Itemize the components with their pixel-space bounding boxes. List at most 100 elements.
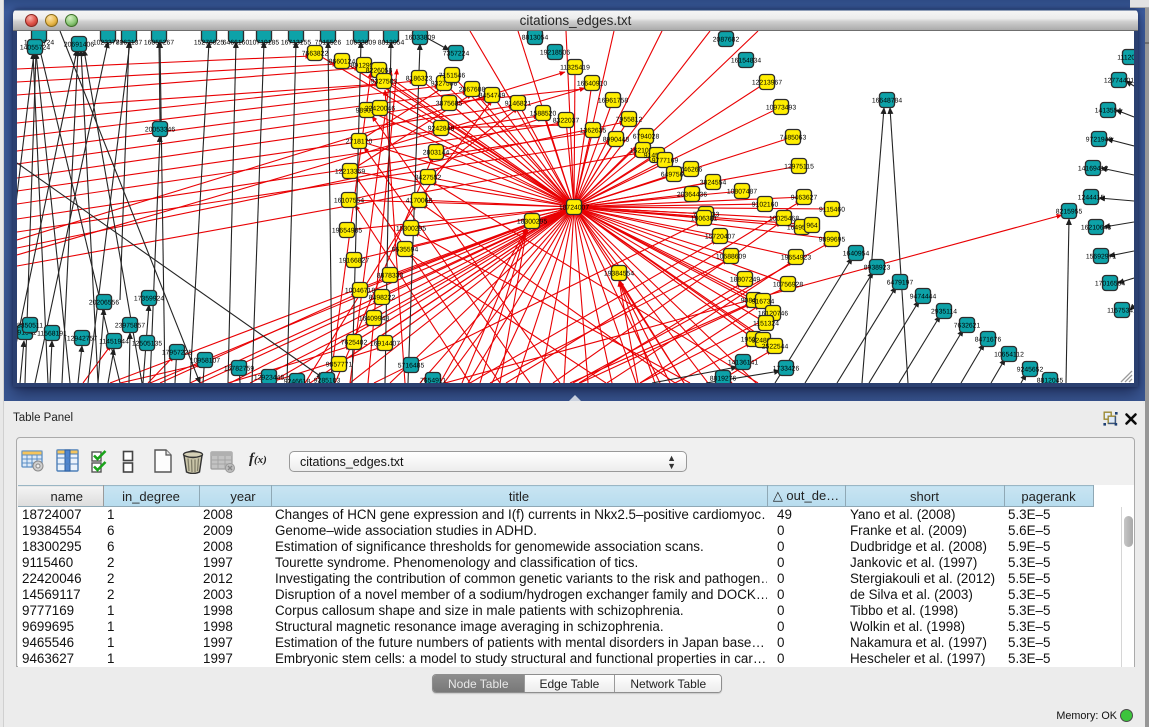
svg-text:20053346: 20053346 bbox=[145, 126, 175, 133]
svg-text:8938923: 8938923 bbox=[864, 264, 891, 271]
svg-text:6466160: 6466160 bbox=[223, 40, 250, 47]
svg-text:1588520: 1588520 bbox=[530, 110, 557, 117]
svg-text:9474444: 9474444 bbox=[910, 293, 937, 300]
svg-text:10046718: 10046718 bbox=[345, 287, 375, 294]
svg-text:9721943: 9721943 bbox=[1086, 136, 1113, 143]
svg-text:12213369: 12213369 bbox=[335, 168, 365, 175]
svg-text:8350511: 8350511 bbox=[17, 322, 43, 329]
svg-text:1806381: 1806381 bbox=[691, 215, 718, 222]
svg-text:16409948: 16409948 bbox=[359, 315, 389, 322]
svg-text:12774401: 12774401 bbox=[1104, 77, 1134, 84]
svg-text:18300295: 18300295 bbox=[517, 218, 547, 225]
svg-text:7357224: 7357224 bbox=[443, 50, 470, 57]
svg-text:7625402: 7625402 bbox=[341, 339, 368, 346]
svg-text:9115460: 9115460 bbox=[819, 206, 845, 213]
svg-text:20206556: 20206556 bbox=[89, 299, 119, 306]
svg-text:7663822: 7663822 bbox=[302, 50, 329, 57]
svg-text:17359924: 17359924 bbox=[134, 295, 164, 302]
svg-text:8819276: 8819276 bbox=[710, 375, 737, 382]
svg-text:9146821: 9146821 bbox=[505, 100, 532, 107]
svg-text:9245652: 9245652 bbox=[1017, 366, 1044, 373]
svg-text:12923448: 12923448 bbox=[254, 374, 284, 381]
svg-text:10958107: 10958107 bbox=[190, 357, 220, 364]
svg-text:7955812: 7955812 bbox=[616, 116, 643, 123]
svg-text:7654911: 7654911 bbox=[420, 377, 446, 383]
svg-text:9777169: 9777169 bbox=[652, 157, 679, 164]
svg-text:14136141: 14136141 bbox=[728, 359, 758, 366]
svg-text:19218506: 19218506 bbox=[540, 49, 570, 56]
svg-text:15720407: 15720407 bbox=[705, 233, 735, 240]
svg-text:10756928: 10756928 bbox=[773, 281, 803, 288]
svg-text:964: 964 bbox=[806, 222, 818, 229]
svg-text:9463627: 9463627 bbox=[791, 194, 818, 201]
svg-text:11675341: 11675341 bbox=[1107, 307, 1134, 314]
svg-text:1151324: 1151324 bbox=[753, 320, 779, 327]
svg-text:12505135: 12505135 bbox=[132, 340, 162, 347]
svg-text:14055724: 14055724 bbox=[20, 44, 50, 51]
svg-text:19654923: 19654923 bbox=[781, 254, 811, 261]
svg-text:11325419: 11325419 bbox=[560, 64, 590, 71]
svg-text:19384554: 19384554 bbox=[604, 270, 634, 277]
svg-text:16033809: 16033809 bbox=[405, 34, 435, 41]
svg-text:10688609: 10688609 bbox=[716, 253, 746, 260]
svg-text:7151546: 7151546 bbox=[439, 72, 466, 79]
svg-text:1362635: 1362635 bbox=[580, 127, 607, 134]
svg-text:10973493: 10973493 bbox=[766, 104, 796, 111]
svg-text:15300295: 15300295 bbox=[396, 225, 426, 232]
svg-text:18724007: 18724007 bbox=[559, 204, 589, 211]
svg-text:12213967: 12213967 bbox=[752, 79, 782, 86]
svg-text:8454749: 8454749 bbox=[479, 92, 506, 99]
svg-text:4170068: 4170068 bbox=[406, 197, 433, 204]
svg-text:17016504: 17016504 bbox=[1095, 280, 1125, 287]
svg-text:6794028: 6794028 bbox=[633, 133, 660, 140]
svg-text:8427552: 8427552 bbox=[415, 174, 442, 181]
svg-text:17957225: 17957225 bbox=[162, 349, 192, 356]
svg-text:1244415: 1244415 bbox=[1078, 194, 1105, 201]
svg-text:1640954: 1640954 bbox=[843, 250, 870, 257]
svg-text:11451944: 11451944 bbox=[99, 338, 129, 345]
svg-text:10654112: 10654112 bbox=[994, 351, 1024, 358]
svg-text:8878333: 8878333 bbox=[377, 272, 404, 279]
svg-text:9285103: 9285103 bbox=[314, 377, 341, 383]
svg-text:16961758: 16961758 bbox=[598, 97, 628, 104]
svg-text:9899695: 9899695 bbox=[819, 236, 846, 243]
svg-text:8813054: 8813054 bbox=[522, 34, 549, 41]
svg-text:9857771: 9857771 bbox=[326, 361, 353, 368]
svg-text:8322037: 8322037 bbox=[553, 117, 580, 124]
svg-text:19166827: 19166827 bbox=[339, 257, 369, 264]
svg-text:12942757: 12942757 bbox=[67, 335, 97, 342]
svg-text:12975115: 12975115 bbox=[784, 163, 814, 170]
svg-text:746266: 746266 bbox=[680, 166, 703, 173]
svg-text:8813054: 8813054 bbox=[378, 40, 405, 47]
svg-text:1112026: 1112026 bbox=[1117, 54, 1134, 61]
svg-text:3824554: 3824554 bbox=[700, 179, 727, 186]
svg-text:1733426: 1733426 bbox=[773, 365, 800, 372]
svg-text:2087682: 2087682 bbox=[713, 36, 740, 43]
svg-text:2522544: 2522544 bbox=[762, 343, 789, 350]
svg-text:10807487: 10807487 bbox=[727, 188, 757, 195]
svg-text:7485063: 7485063 bbox=[780, 134, 807, 141]
svg-text:9246618: 9246618 bbox=[284, 378, 311, 383]
svg-text:3875685: 3875685 bbox=[436, 100, 463, 107]
svg-text:8962137: 8962137 bbox=[116, 40, 143, 47]
svg-text:16713155: 16713155 bbox=[281, 40, 311, 47]
svg-text:16055267: 16055267 bbox=[144, 40, 174, 47]
svg-text:15692971: 15692971 bbox=[1086, 253, 1116, 260]
svg-text:20364436: 20364436 bbox=[677, 191, 707, 198]
svg-text:7632621: 7632621 bbox=[954, 322, 981, 329]
svg-text:2935114: 2935114 bbox=[931, 308, 957, 315]
svg-text:8471676: 8471676 bbox=[975, 336, 1002, 343]
svg-text:10633809: 10633809 bbox=[346, 40, 376, 47]
svg-text:8186323: 8186323 bbox=[406, 75, 433, 82]
svg-text:18807249: 18807249 bbox=[730, 276, 760, 283]
svg-text:9242848: 9242848 bbox=[428, 125, 455, 132]
svg-text:16154834: 16154834 bbox=[731, 57, 761, 64]
svg-text:16782759: 16782759 bbox=[224, 365, 254, 372]
svg-text:8990448: 8990448 bbox=[603, 136, 630, 143]
svg-text:16107554: 16107554 bbox=[334, 197, 364, 204]
svg-text:2718170: 2718170 bbox=[346, 138, 373, 145]
svg-text:2803144: 2803144 bbox=[423, 149, 450, 156]
svg-text:22420046: 22420046 bbox=[365, 105, 395, 112]
svg-text:16640910: 16640910 bbox=[577, 80, 607, 87]
svg-text:1413554: 1413554 bbox=[1095, 107, 1122, 114]
